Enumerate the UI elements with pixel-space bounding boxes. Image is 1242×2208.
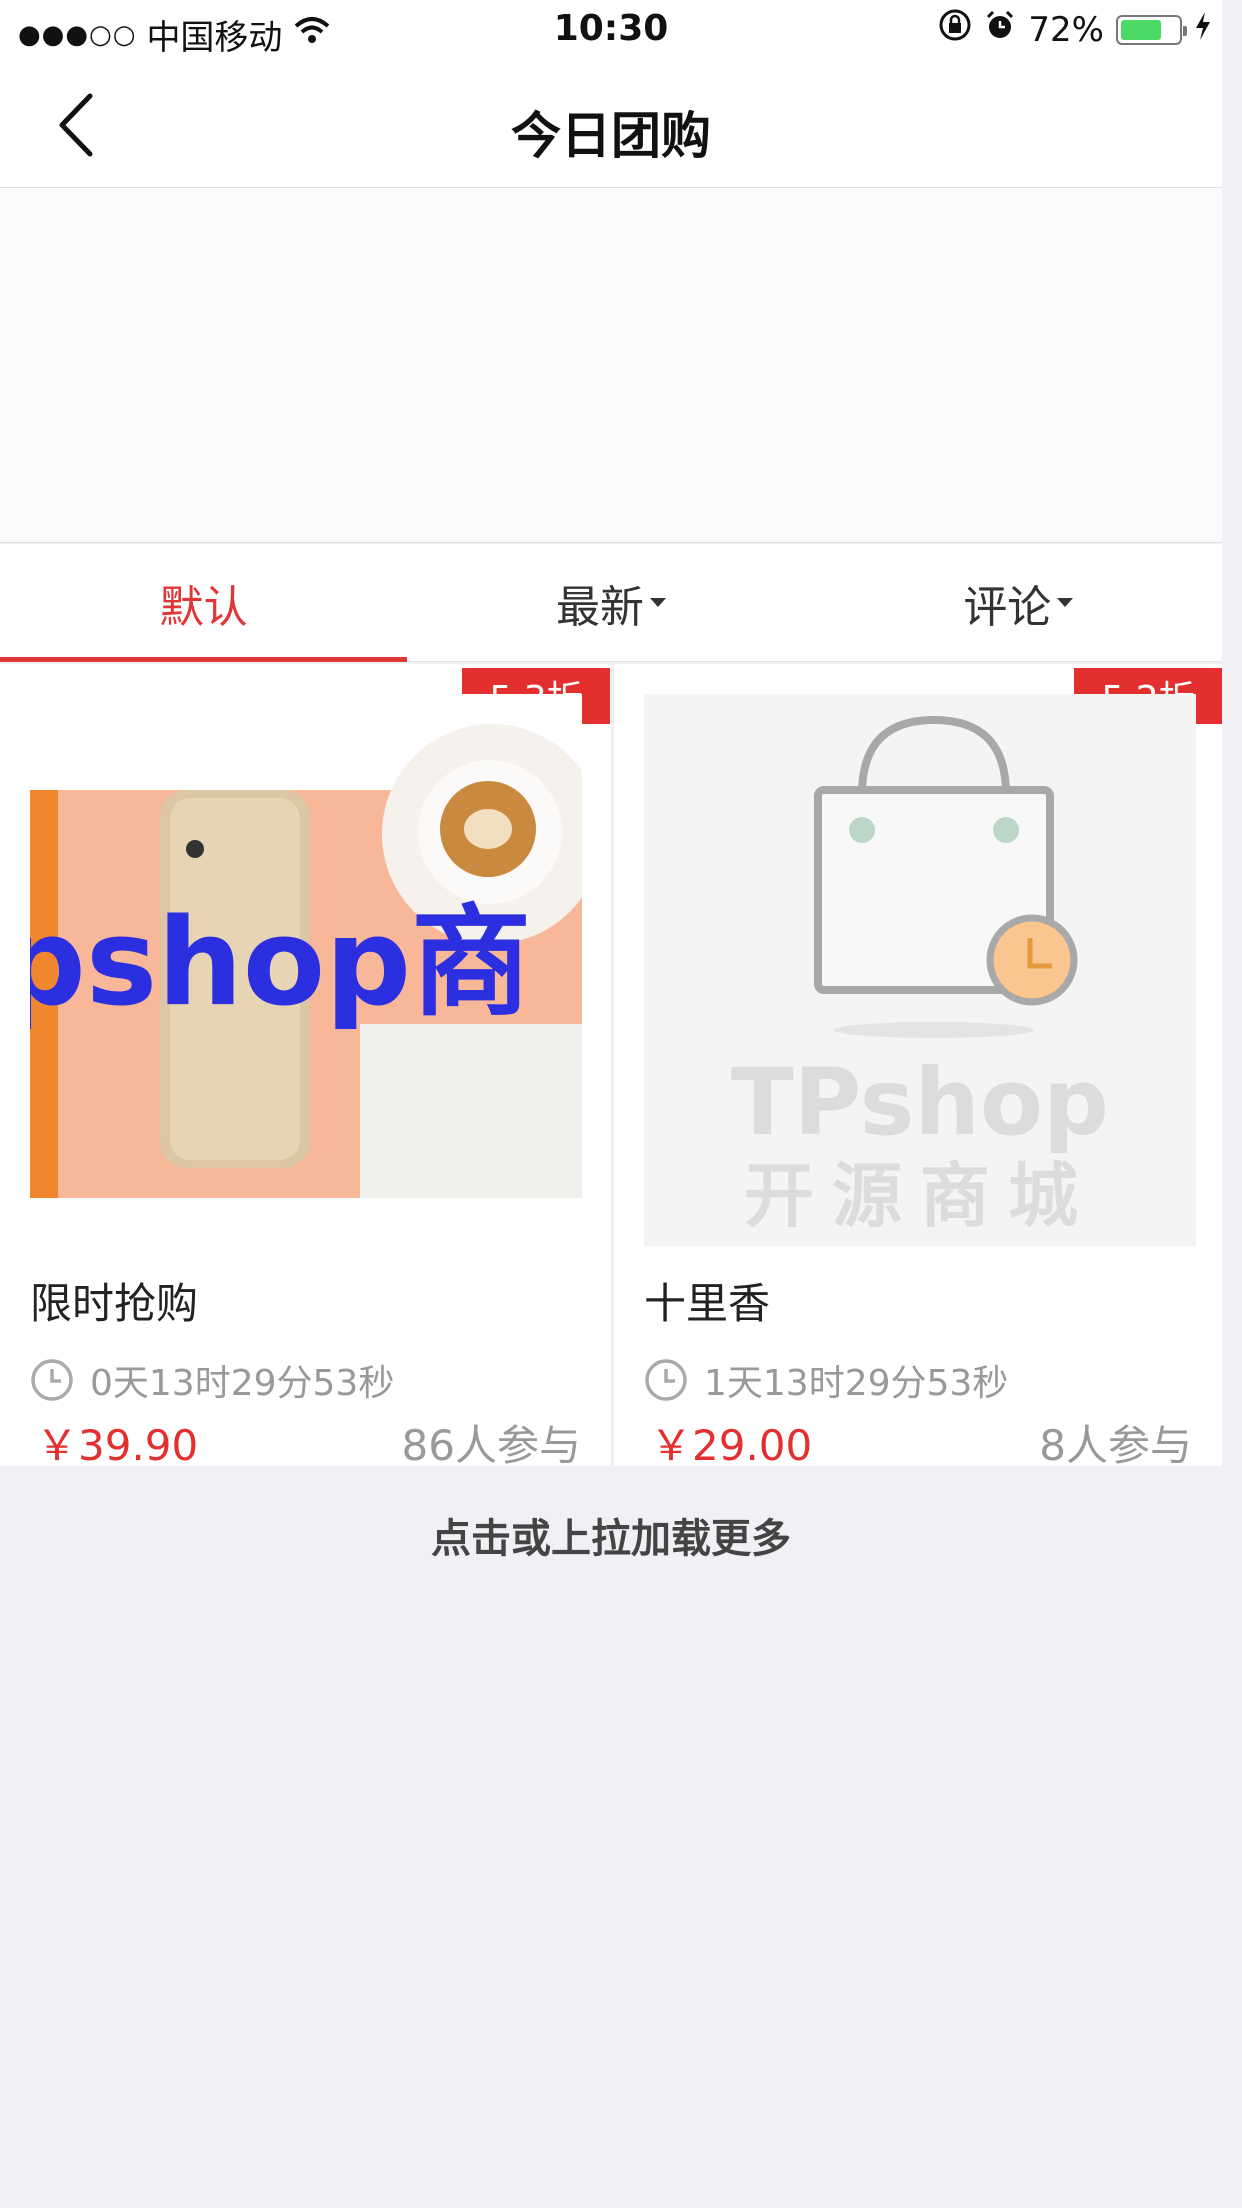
watermark-subtext: 开源商城 xyxy=(744,1155,1096,1237)
tab-label: 最新 xyxy=(555,581,644,633)
countdown-text: 0天13时29分53秒 xyxy=(90,1363,395,1404)
product-image-placeholder[interactable]: TPshop 开源商城 xyxy=(644,694,1196,1246)
countdown: 0天13时29分53秒 xyxy=(30,1354,394,1406)
caret-down-icon xyxy=(1057,598,1074,607)
status-bar: ●●●○○ 中国移动 10:30 72% xyxy=(0,0,1222,60)
charging-icon xyxy=(1194,10,1212,50)
load-more-button[interactable]: 点击或上拉加载更多 xyxy=(0,1466,1222,1606)
page: ●●●○○ 中国移动 10:30 72% 今日团购 默认 最新 评论 pshop… xyxy=(0,0,1222,2208)
watermark-text: TPshop xyxy=(731,1049,1109,1156)
banner-area[interactable] xyxy=(0,188,1222,543)
tab-label: 默认 xyxy=(159,581,248,633)
product-grid: 5.3折 pshop商 限时抢购 xyxy=(0,664,1222,1470)
battery-percent: 72% xyxy=(1028,9,1104,50)
participant-count: 86人参与 xyxy=(401,1421,581,1470)
tab-label: 评论 xyxy=(963,581,1052,633)
alarm-icon xyxy=(984,9,1016,50)
tab-newest[interactable]: 最新 xyxy=(407,544,814,661)
caret-down-icon xyxy=(649,598,666,607)
countdown: 1天13时29分53秒 xyxy=(644,1354,1008,1406)
product-image[interactable]: pshop商 xyxy=(30,694,582,1246)
image-watermark-text: pshop商 xyxy=(30,894,531,1033)
sort-tabs: 默认 最新 评论 xyxy=(0,544,1222,662)
clock-icon xyxy=(645,1359,687,1401)
participant-count: 8人参与 xyxy=(1039,1421,1192,1470)
status-right: 72% xyxy=(938,8,1212,51)
page-title: 今日团购 xyxy=(511,107,711,165)
rotation-lock-icon xyxy=(938,8,972,51)
product-name: 限时抢购 xyxy=(30,1279,199,1328)
product-card[interactable]: 5.3折 pshop商 限时抢购 xyxy=(0,664,611,1470)
countdown-text: 1天13时29分53秒 xyxy=(704,1363,1009,1404)
battery-icon xyxy=(1116,14,1187,45)
battery-fill xyxy=(1121,19,1161,40)
product-price: ￥39.90 xyxy=(36,1421,199,1470)
tab-comments[interactable]: 评论 xyxy=(815,544,1222,661)
tab-default[interactable]: 默认 xyxy=(0,544,408,662)
nav-bar: 今日团购 xyxy=(0,60,1222,188)
product-price: ￥29.00 xyxy=(650,1421,813,1470)
product-name: 十里香 xyxy=(644,1279,771,1328)
clock-icon xyxy=(31,1359,73,1401)
product-card[interactable]: 5.2折 TPshop 开源商城 十里香 xyxy=(611,664,1222,1470)
